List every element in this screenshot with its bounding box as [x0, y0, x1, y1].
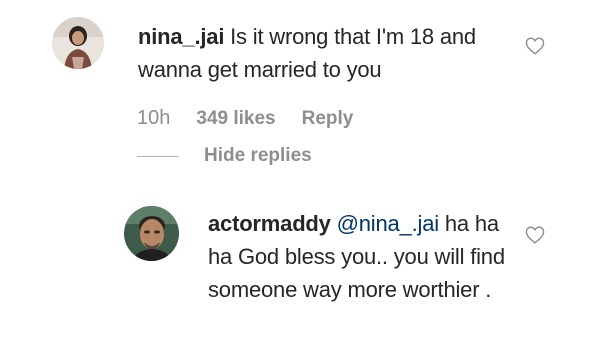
hide-replies-button[interactable]: Hide replies [204, 145, 312, 167]
profile-photo-man-icon [124, 206, 179, 261]
heart-outline-icon[interactable] [525, 37, 545, 55]
comment-likes[interactable]: 349 likes [196, 108, 275, 130]
comments-section: nina_.jai Is it wrong that I'm 18 and wa… [0, 0, 600, 338]
reply-username[interactable]: actormaddy [208, 211, 331, 236]
avatar-nina-jai[interactable] [52, 17, 104, 69]
profile-photo-woman-icon [52, 17, 104, 69]
mention-link[interactable]: @nina_.jai [337, 211, 439, 236]
comment-username[interactable]: nina_.jai [138, 24, 224, 49]
comment-body-2: actormaddy @nina_.jai ha ha ha God bless… [208, 207, 518, 306]
divider-line [137, 155, 179, 157]
comment-body-1: nina_.jai Is it wrong that I'm 18 and wa… [138, 20, 518, 86]
reply-button[interactable]: Reply [302, 108, 354, 130]
hide-replies-row[interactable]: Hide replies [137, 145, 312, 167]
comment-meta: 10h 349 likes Reply [137, 107, 353, 130]
avatar-actormaddy[interactable] [124, 206, 179, 261]
heart-outline-icon[interactable] [525, 226, 545, 244]
comment-time: 10h [137, 107, 171, 129]
